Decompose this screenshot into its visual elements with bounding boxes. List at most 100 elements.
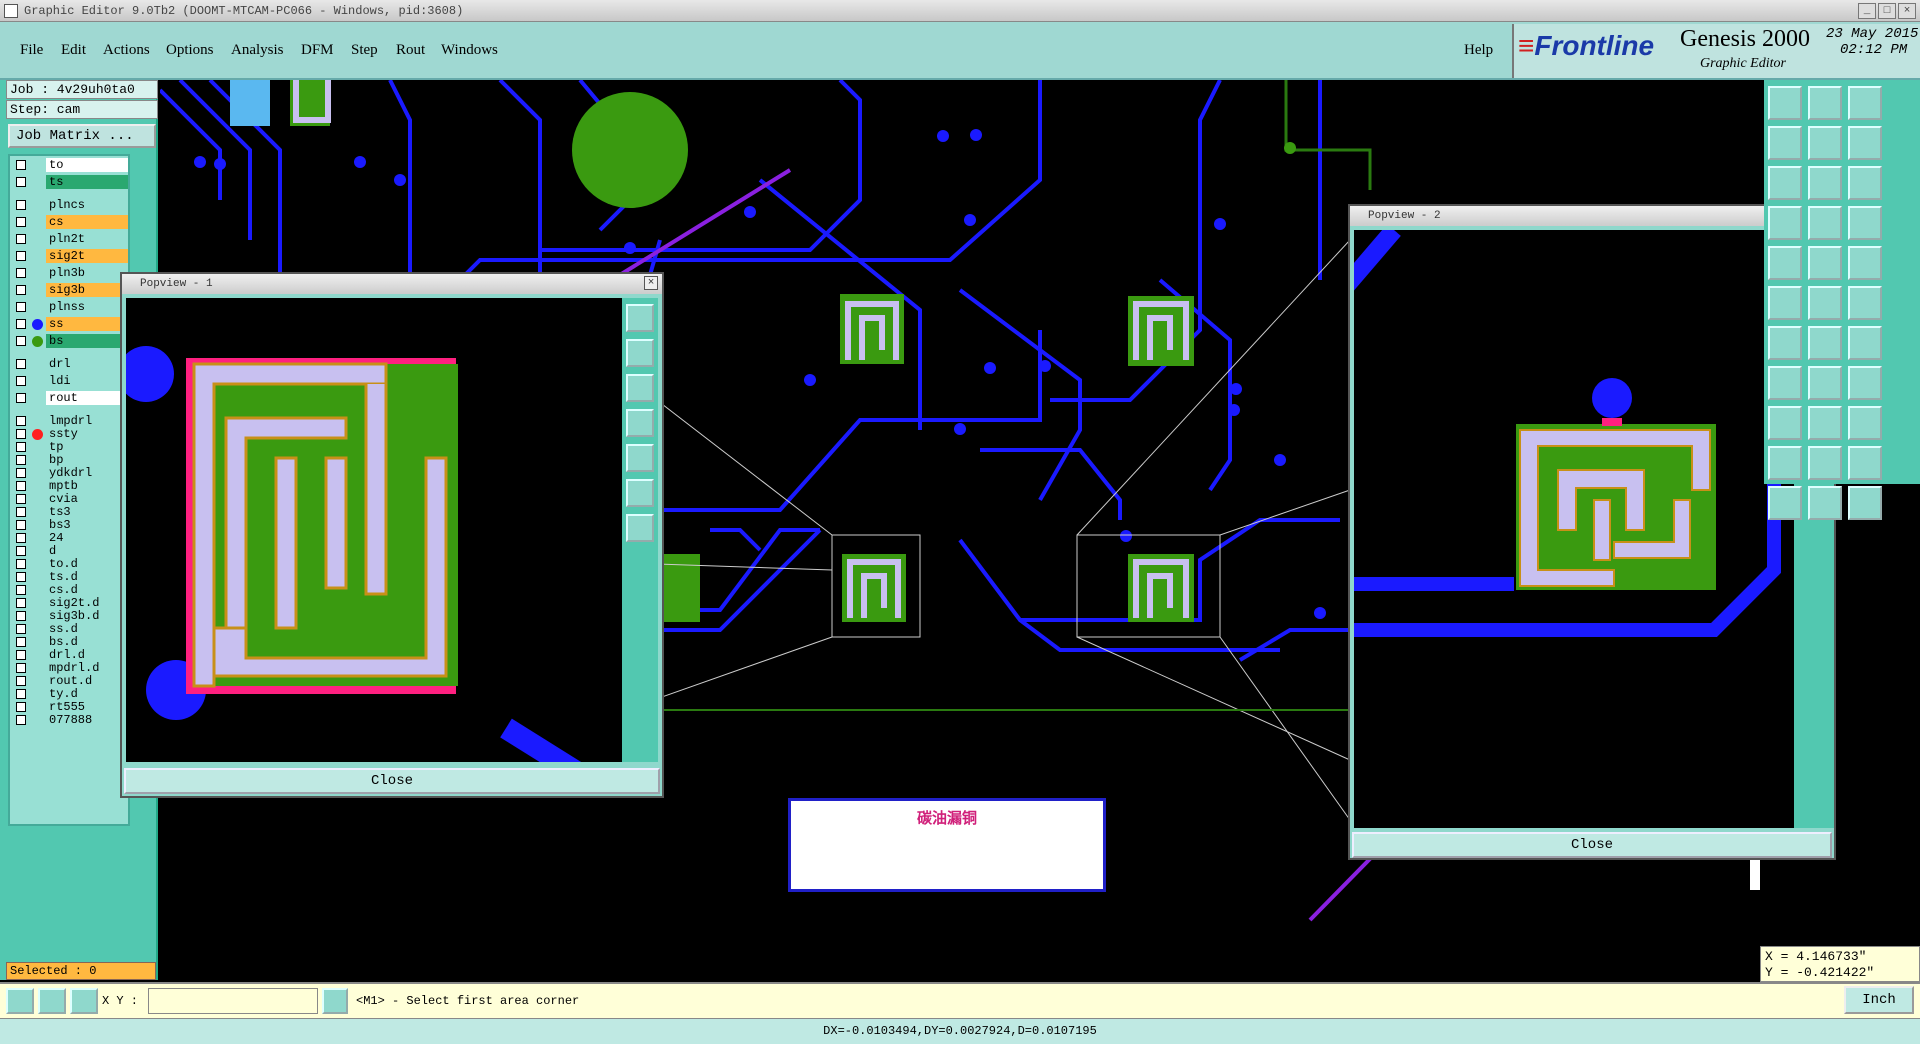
editor-tool-icon[interactable]	[1768, 326, 1802, 360]
layer-row[interactable]: ts.d	[12, 570, 128, 584]
layer-row[interactable]: ty.d	[12, 687, 128, 701]
layer-name[interactable]: 24	[46, 531, 128, 545]
layer-checkbox[interactable]	[16, 585, 26, 595]
layer-name[interactable]: ts.d	[46, 570, 128, 584]
layer-row[interactable]: rout	[12, 391, 128, 405]
layer-name[interactable]: lmpdrl	[46, 414, 128, 428]
layer-checkbox[interactable]	[16, 559, 26, 569]
layer-row[interactable]: mptb	[12, 479, 128, 493]
layer-name[interactable]: drl.d	[46, 648, 128, 662]
popview-1-canvas[interactable]	[126, 298, 622, 762]
popview-1-tool-icon[interactable]	[626, 444, 654, 472]
layer-checkbox[interactable]	[16, 268, 26, 278]
popview-1-tool-icon[interactable]	[626, 479, 654, 507]
layer-name[interactable]: pln3b	[46, 266, 128, 280]
editor-tool-icon[interactable]	[1848, 86, 1882, 120]
layer-name[interactable]: ss.d	[46, 622, 128, 636]
editor-tool-icon[interactable]	[1808, 486, 1842, 520]
layer-checkbox[interactable]	[16, 376, 26, 386]
layer-name[interactable]: ty.d	[46, 687, 128, 701]
layer-checkbox[interactable]	[16, 520, 26, 530]
popview-1-tool-icon[interactable]	[626, 514, 654, 542]
popview-2-close-button[interactable]: Close	[1352, 832, 1832, 858]
units-button[interactable]: Inch	[1844, 986, 1914, 1014]
editor-tool-icon[interactable]	[1848, 326, 1882, 360]
layer-name[interactable]: tp	[46, 440, 128, 454]
editor-tool-icon[interactable]	[1768, 166, 1802, 200]
editor-tool-icon[interactable]	[1848, 246, 1882, 280]
layer-checkbox[interactable]	[16, 650, 26, 660]
layer-row[interactable]: to.d	[12, 557, 128, 571]
layer-name[interactable]: to.d	[46, 557, 128, 571]
popview-1-close-icon[interactable]: ×	[644, 276, 658, 290]
layer-row[interactable]: pln2t	[12, 232, 128, 246]
layer-name[interactable]: rout.d	[46, 674, 128, 688]
layer-row[interactable]: lmpdrl	[12, 414, 128, 428]
menu-file[interactable]: File	[20, 42, 43, 59]
layer-row[interactable]: sig2t.d	[12, 596, 128, 610]
layer-checkbox[interactable]	[16, 285, 26, 295]
layer-row[interactable]: drl	[12, 357, 128, 371]
layer-checkbox[interactable]	[16, 481, 26, 491]
layer-row[interactable]: ts	[12, 175, 128, 189]
close-window-button[interactable]: ×	[1898, 3, 1916, 19]
layer-row[interactable]: ss.d	[12, 622, 128, 636]
editor-tool-icon[interactable]	[1768, 126, 1802, 160]
layer-checkbox[interactable]	[16, 676, 26, 686]
layer-row[interactable]: 077888	[12, 713, 128, 727]
layer-name[interactable]: ss	[46, 317, 128, 331]
layer-row[interactable]: cs	[12, 215, 128, 229]
editor-tool-icon[interactable]	[1808, 246, 1842, 280]
layer-checkbox[interactable]	[16, 160, 26, 170]
layer-row[interactable]: sig2t	[12, 249, 128, 263]
layer-name[interactable]: rt555	[46, 700, 128, 714]
editor-tool-icon[interactable]	[1808, 286, 1842, 320]
layer-row[interactable]: pln3b	[12, 266, 128, 280]
layer-name[interactable]: bs.d	[46, 635, 128, 649]
editor-tool-icon[interactable]	[1848, 126, 1882, 160]
layer-row[interactable]: bs.d	[12, 635, 128, 649]
layer-row[interactable]: drl.d	[12, 648, 128, 662]
editor-tool-icon[interactable]	[1808, 326, 1842, 360]
layer-row[interactable]: cvia	[12, 492, 128, 506]
layer-checkbox[interactable]	[16, 533, 26, 543]
layer-row[interactable]: sig3b.d	[12, 609, 128, 623]
layer-checkbox[interactable]	[16, 702, 26, 712]
layer-name[interactable]: d	[46, 544, 128, 558]
menu-windows[interactable]: Windows	[441, 42, 498, 59]
layer-checkbox[interactable]	[16, 494, 26, 504]
menu-options[interactable]: Options	[166, 42, 214, 59]
layer-checkbox[interactable]	[16, 455, 26, 465]
layer-checkbox[interactable]	[16, 689, 26, 699]
editor-tool-icon[interactable]	[1848, 206, 1882, 240]
layer-row[interactable]: to	[12, 158, 128, 172]
layer-checkbox[interactable]	[16, 177, 26, 187]
layer-checkbox[interactable]	[16, 637, 26, 647]
editor-tool-icon[interactable]	[1808, 206, 1842, 240]
layer-checkbox[interactable]	[16, 234, 26, 244]
editor-tool-icon[interactable]	[1768, 246, 1802, 280]
layer-row[interactable]: rout.d	[12, 674, 128, 688]
layer-name[interactable]: 077888	[46, 713, 128, 727]
layer-checkbox[interactable]	[16, 546, 26, 556]
layer-checkbox[interactable]	[16, 572, 26, 582]
editor-tool-icon[interactable]	[1768, 366, 1802, 400]
layer-checkbox[interactable]	[16, 359, 26, 369]
layer-checkbox[interactable]	[16, 393, 26, 403]
layer-name[interactable]: cs.d	[46, 583, 128, 597]
snap-mode-icon[interactable]	[6, 988, 34, 1014]
layer-row[interactable]: bs3	[12, 518, 128, 532]
layer-checkbox[interactable]	[16, 251, 26, 261]
editor-tool-icon[interactable]	[1768, 86, 1802, 120]
layer-name[interactable]: drl	[46, 357, 128, 371]
editor-tool-icon[interactable]	[1808, 86, 1842, 120]
layer-checkbox[interactable]	[16, 336, 26, 346]
layer-name[interactable]: ydkdrl	[46, 466, 128, 480]
layer-checkbox[interactable]	[16, 507, 26, 517]
layer-checkbox[interactable]	[16, 319, 26, 329]
layer-row[interactable]: cs.d	[12, 583, 128, 597]
layer-checkbox[interactable]	[16, 598, 26, 608]
editor-tool-icon[interactable]	[1768, 286, 1802, 320]
layer-name[interactable]: mptb	[46, 479, 128, 493]
layer-row[interactable]: plnss	[12, 300, 128, 314]
